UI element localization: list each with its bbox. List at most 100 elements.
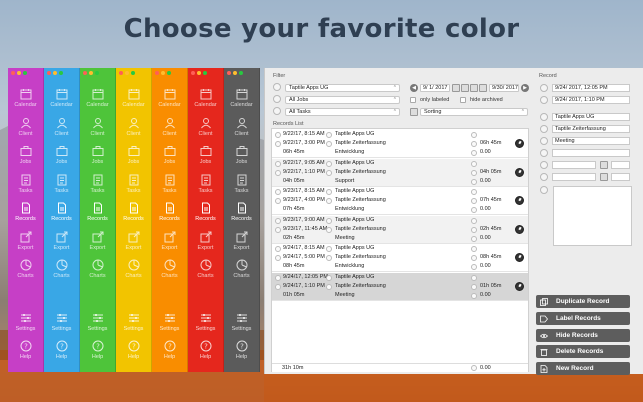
calendar-button-3[interactable]	[470, 84, 478, 92]
sidebar-item-calendar[interactable]: Calendar	[116, 87, 152, 116]
sidebar-item-client[interactable]: Client	[152, 116, 188, 145]
calendar-button-2[interactable]	[461, 84, 469, 92]
progress-gauge-icon[interactable]	[515, 167, 524, 177]
sidebar-item-client[interactable]: Client	[116, 116, 152, 145]
minimize-window-button[interactable]	[197, 71, 201, 75]
close-window-button[interactable]	[191, 71, 195, 75]
new-record-button[interactable]: New Record	[536, 362, 630, 375]
sidebar-item-charts[interactable]: Charts	[188, 258, 224, 287]
sidebar-item-help[interactable]: ? Help	[8, 339, 44, 367]
next-month-icon[interactable]: ▶	[521, 84, 529, 92]
sidebar-item-records[interactable]: Records	[44, 201, 80, 230]
sidebar-item-help[interactable]: ? Help	[116, 339, 152, 367]
table-row[interactable]: 9/23/17, 8:15 AM 9/23/17, 4:00 PM 07h 45…	[272, 187, 528, 215]
sidebar-item-settings[interactable]: Settings	[116, 311, 152, 339]
sidebar-item-calendar[interactable]: Calendar	[44, 87, 80, 116]
sidebar-item-tasks[interactable]: Tasks	[224, 173, 260, 202]
zoom-window-button[interactable]	[131, 71, 135, 75]
close-window-button[interactable]	[155, 71, 159, 75]
minimize-window-button[interactable]	[17, 71, 21, 75]
sidebar-item-help[interactable]: ? Help	[152, 339, 188, 367]
sidebar-item-export[interactable]: Export	[116, 230, 152, 259]
sidebar-item-client[interactable]: Client	[8, 116, 44, 145]
zoom-window-button[interactable]	[59, 71, 63, 75]
sidebar-item-settings[interactable]: Settings	[224, 311, 260, 339]
sidebar-item-help[interactable]: ? Help	[80, 339, 116, 367]
sidebar-item-client[interactable]: Client	[188, 116, 224, 145]
sidebar-item-charts[interactable]: Charts	[224, 258, 260, 287]
sidebar-item-records[interactable]: Records	[188, 201, 224, 230]
prev-month-icon[interactable]: ◀	[410, 84, 418, 92]
table-row[interactable]: 9/22/17, 8:15 AM 9/22/17, 3:00 PM 06h 45…	[272, 130, 528, 158]
sidebar-item-client[interactable]: Client	[80, 116, 116, 145]
progress-gauge-icon[interactable]	[515, 139, 524, 148]
zoom-window-button[interactable]	[95, 71, 99, 75]
sidebar-item-settings[interactable]: Settings	[152, 311, 188, 339]
sidebar-item-client[interactable]: Client	[44, 116, 80, 145]
calendar-button-4[interactable]	[479, 84, 487, 92]
sidebar-item-settings[interactable]: Settings	[44, 311, 80, 339]
hide-archived-checkbox[interactable]	[460, 97, 466, 103]
sidebar-item-help[interactable]: ? Help	[224, 339, 260, 367]
sidebar-item-jobs[interactable]: Jobs	[224, 144, 260, 173]
sidebar-item-export[interactable]: Export	[224, 230, 260, 259]
sidebar-item-jobs[interactable]: Jobs	[8, 144, 44, 173]
progress-gauge-icon[interactable]	[515, 281, 524, 291]
sidebar-item-jobs[interactable]: Jobs	[152, 144, 188, 173]
record-start-field[interactable]: 9/24/ 2017, 12:05 PM	[552, 84, 630, 92]
sidebar-item-charts[interactable]: Charts	[44, 258, 80, 287]
zoom-window-button[interactable]	[203, 71, 207, 75]
duplicate-record-button[interactable]: Duplicate Record	[536, 295, 630, 308]
sidebar-item-calendar[interactable]: Calendar	[8, 87, 44, 116]
close-window-button[interactable]	[227, 71, 231, 75]
zoom-window-button[interactable]	[23, 71, 27, 75]
only-labeled-checkbox[interactable]	[410, 97, 416, 103]
sidebar-item-charts[interactable]: Charts	[80, 258, 116, 287]
table-row[interactable]: 9/23/17, 9:00 AM 9/23/17, 11:45 AM 02h 4…	[272, 215, 528, 244]
close-window-button[interactable]	[47, 71, 51, 75]
sidebar-item-export[interactable]: Export	[44, 230, 80, 259]
stepper-icon[interactable]	[600, 161, 608, 169]
sidebar-item-help[interactable]: ? Help	[188, 339, 224, 367]
record-pause-extra-field[interactable]	[611, 161, 630, 169]
minimize-window-button[interactable]	[233, 71, 237, 75]
tasks-select[interactable]: All Tasks ⌃	[285, 108, 400, 116]
calendar-button-1[interactable]	[452, 84, 460, 92]
date-from-field[interactable]: 9/ 1/ 2017	[420, 84, 450, 92]
sidebar-item-settings[interactable]: Settings	[8, 311, 44, 339]
record-pause-field[interactable]	[552, 161, 596, 169]
sidebar-item-records[interactable]: Records	[8, 201, 44, 230]
sidebar-item-calendar[interactable]: Calendar	[224, 87, 260, 116]
minimize-window-button[interactable]	[125, 71, 129, 75]
progress-gauge-icon[interactable]	[515, 253, 524, 262]
sidebar-item-records[interactable]: Records	[116, 201, 152, 230]
table-row[interactable]: 9/22/17, 9:05 AM 9/22/17, 1:10 PM 04h 05…	[272, 158, 528, 187]
sidebar-item-settings[interactable]: Settings	[188, 311, 224, 339]
table-row[interactable]: 9/24/17, 8:15 AM 9/24/17, 5:00 PM 08h 45…	[272, 244, 528, 272]
stepper-icon[interactable]	[600, 173, 608, 181]
jobs-select[interactable]: All Jobs ⌃	[285, 96, 400, 104]
minimize-window-button[interactable]	[53, 71, 57, 75]
sidebar-item-tasks[interactable]: Tasks	[152, 173, 188, 202]
sidebar-item-export[interactable]: Export	[152, 230, 188, 259]
close-window-button[interactable]	[83, 71, 87, 75]
delete-records-button[interactable]: Delete Records	[536, 345, 630, 358]
record-expense-extra-field[interactable]	[611, 173, 630, 181]
sidebar-item-tasks[interactable]: Tasks	[44, 173, 80, 202]
sidebar-item-charts[interactable]: Charts	[152, 258, 188, 287]
sidebar-item-jobs[interactable]: Jobs	[188, 144, 224, 173]
sidebar-item-help[interactable]: ? Help	[44, 339, 80, 367]
date-to-field[interactable]: 9/30/ 2017	[489, 84, 519, 92]
record-end-field[interactable]: 9/24/ 2017, 1:10 PM	[552, 96, 630, 104]
close-window-button[interactable]	[11, 71, 15, 75]
close-window-button[interactable]	[119, 71, 123, 75]
sidebar-item-export[interactable]: Export	[8, 230, 44, 259]
sidebar-item-calendar[interactable]: Calendar	[80, 87, 116, 116]
zoom-window-button[interactable]	[239, 71, 243, 75]
zoom-window-button[interactable]	[167, 71, 171, 75]
progress-gauge-icon[interactable]	[515, 224, 524, 234]
sidebar-item-charts[interactable]: Charts	[8, 258, 44, 287]
table-row[interactable]: 9/24/17, 12:05 PM 9/24/17, 1:10 PM 01h 0…	[272, 272, 528, 301]
sidebar-item-export[interactable]: Export	[188, 230, 224, 259]
record-note-field[interactable]	[553, 186, 632, 246]
